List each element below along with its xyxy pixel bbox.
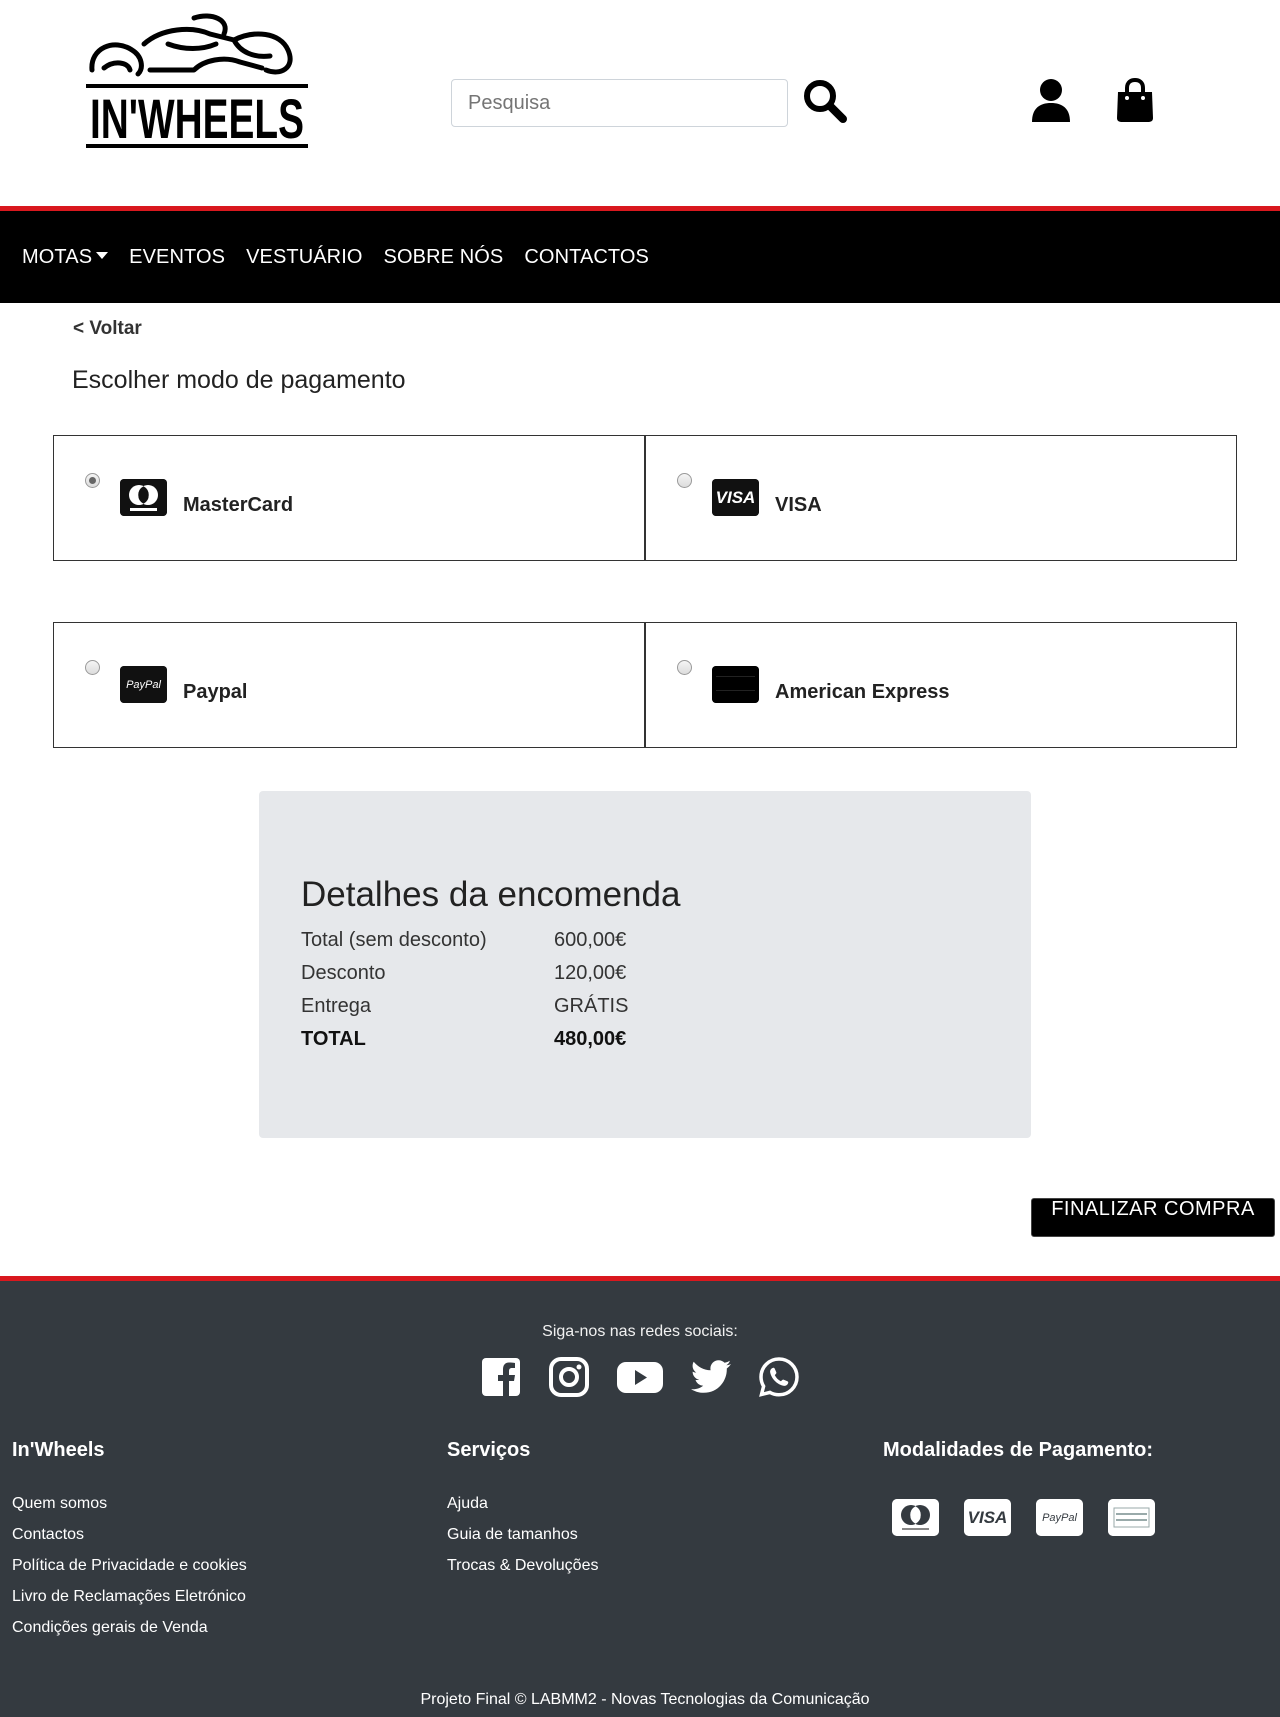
mastercard-icon (120, 479, 167, 516)
twitter-icon[interactable] (689, 1355, 733, 1399)
order-total-label: TOTAL (301, 1028, 366, 1050)
mastercard-icon (892, 1499, 939, 1536)
main-nav: MOTAS EVENTOS VESTUÁRIO SOBRE NÓS CONTAC… (0, 206, 1280, 303)
user-icon[interactable] (1030, 78, 1072, 124)
visa-radio[interactable] (677, 473, 692, 488)
payment-option-visa[interactable]: VISA VISA (645, 435, 1237, 561)
youtube-icon[interactable] (615, 1355, 665, 1399)
order-row-value: GRÁTIS (554, 995, 629, 1017)
logo-text: IN'WHEELS (90, 87, 304, 150)
facebook-icon[interactable] (479, 1355, 523, 1399)
footer-link[interactable]: Contactos (12, 1525, 247, 1556)
footer-link[interactable]: Guia de tamanhos (447, 1525, 598, 1556)
paypal-icon: PayPal (1036, 1499, 1083, 1536)
finish-purchase-button[interactable]: FINALIZAR COMPRA (1031, 1198, 1275, 1237)
payment-option-paypal[interactable]: PayPal Paypal (53, 622, 645, 748)
order-row-value: 600,00€ (554, 929, 627, 951)
paypal-radio[interactable] (85, 660, 100, 675)
footer-col-title-servicos: Serviços (447, 1439, 531, 1461)
site-footer: Siga-nos nas redes sociais: In'Wheels Qu… (0, 1276, 1280, 1717)
shopping-bag-icon[interactable] (1115, 78, 1155, 124)
american-express-icon (712, 666, 759, 703)
order-row-value: 120,00€ (554, 962, 627, 984)
footer-links-inwheels: Quem somos Contactos Política de Privaci… (12, 1494, 247, 1649)
nav-item-contactos[interactable]: CONTACTOS (524, 246, 649, 269)
order-row-label: Desconto (301, 962, 386, 984)
payment-label: MasterCard (183, 494, 294, 516)
payment-label: American Express (775, 681, 950, 703)
page-title: Escolher modo de pagamento (72, 366, 406, 394)
visa-icon: VISA (712, 479, 759, 516)
svg-text:VISA: VISA (716, 488, 756, 507)
social-title: Siga-nos nas redes sociais: (542, 1323, 738, 1340)
caret-down-icon (96, 251, 109, 259)
footer-col-title-pagamento: Modalidades de Pagamento: (883, 1439, 1154, 1461)
american-express-icon (1108, 1499, 1155, 1536)
search-icon[interactable] (802, 78, 848, 124)
order-row-label: Total (sem desconto) (301, 929, 487, 951)
footer-link[interactable]: Condições gerais de Venda (12, 1618, 247, 1649)
copyright-text: Projeto Final © LABMM2 - Novas Tecnologi… (420, 1691, 870, 1708)
svg-text:PayPal: PayPal (126, 679, 161, 691)
paypal-icon: PayPal (120, 666, 167, 703)
footer-link[interactable]: Quem somos (12, 1494, 247, 1525)
footer-link[interactable]: Ajuda (447, 1494, 598, 1525)
order-details-panel: Detalhes da encomenda Total (sem descont… (259, 791, 1031, 1138)
payment-methods-icons: VISA PayPal (892, 1499, 1180, 1536)
amex-radio[interactable] (677, 660, 692, 675)
payment-option-amex[interactable]: American Express (645, 622, 1237, 748)
footer-links-servicos: Ajuda Guia de tamanhos Trocas & Devoluçõ… (447, 1494, 598, 1587)
nav-item-sobre-nos[interactable]: SOBRE NÓS (384, 246, 504, 269)
footer-link[interactable]: Política de Privacidade e cookies (12, 1556, 247, 1587)
social-links (0, 1355, 1280, 1399)
back-link[interactable]: < Voltar (73, 318, 142, 340)
nav-item-motas[interactable]: MOTAS (22, 246, 109, 269)
whatsapp-icon[interactable] (757, 1355, 801, 1399)
payment-label: VISA (775, 494, 822, 516)
mastercard-radio[interactable] (85, 473, 100, 488)
search-input[interactable] (451, 79, 788, 127)
order-total-value: 480,00€ (554, 1028, 627, 1050)
payment-label: Paypal (183, 681, 248, 703)
nav-item-eventos[interactable]: EVENTOS (129, 246, 225, 269)
order-row-label: Entrega (301, 995, 372, 1017)
site-header: IN'WHEELS (0, 0, 1280, 206)
footer-col-title-inwheels: In'Wheels (12, 1439, 105, 1461)
instagram-icon[interactable] (547, 1355, 591, 1399)
footer-link[interactable]: Trocas & Devoluções (447, 1556, 598, 1587)
svg-text:PayPal: PayPal (1042, 1512, 1077, 1524)
payment-option-mastercard[interactable]: MasterCard (53, 435, 645, 561)
svg-text:VISA: VISA (968, 1508, 1008, 1527)
site-logo[interactable]: IN'WHEELS (84, 10, 310, 154)
order-details-title: Detalhes da encomenda (301, 875, 681, 914)
nav-item-vestuario[interactable]: VESTUÁRIO (246, 246, 362, 269)
visa-icon: VISA (964, 1499, 1011, 1536)
footer-link[interactable]: Livro de Reclamações Eletrónico (12, 1587, 247, 1618)
